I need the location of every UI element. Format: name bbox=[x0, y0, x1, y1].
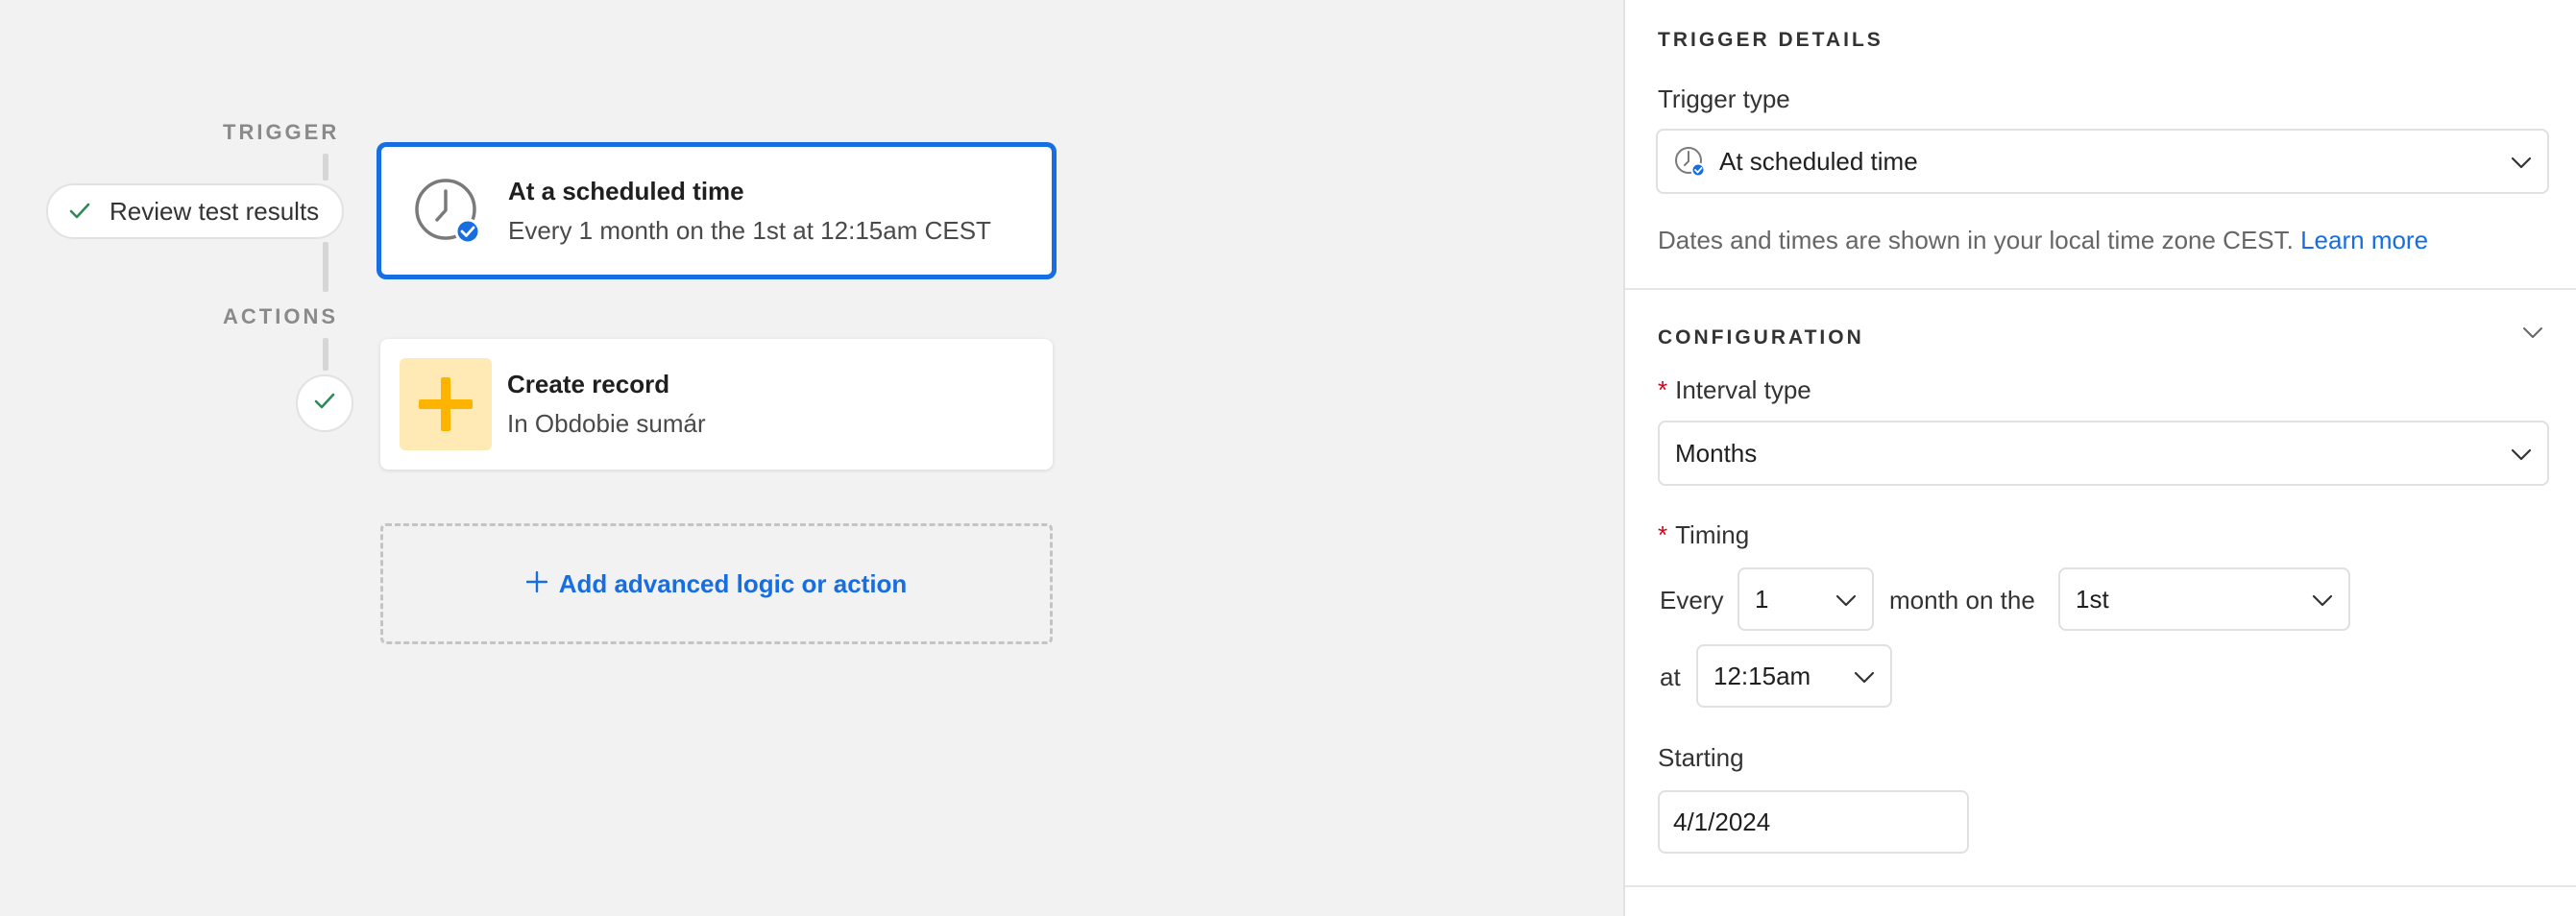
required-marker: * bbox=[1658, 520, 1668, 549]
check-icon bbox=[69, 197, 90, 227]
automation-canvas: TRIGGER Review test results At a schedul… bbox=[0, 0, 1623, 916]
clock-icon bbox=[414, 178, 481, 245]
trigger-section-label: TRIGGER bbox=[223, 120, 340, 144]
connector-line bbox=[323, 242, 328, 292]
month-on-the-text: month on the bbox=[1889, 586, 2035, 615]
interval-type-select[interactable]: Months bbox=[1658, 421, 2549, 486]
required-marker: * bbox=[1658, 375, 1668, 404]
interval-type-value: Months bbox=[1675, 438, 1758, 468]
every-text: Every bbox=[1660, 586, 1724, 615]
trigger-card[interactable]: At a scheduled time Every 1 month on the… bbox=[378, 144, 1055, 277]
trigger-details-panel: TRIGGER DETAILS Trigger type At schedule… bbox=[1623, 0, 2576, 916]
interval-type-label-text: Interval type bbox=[1675, 375, 1811, 404]
learn-more-link[interactable]: Learn more bbox=[2300, 226, 2428, 254]
interval-count-value: 1 bbox=[1755, 584, 1769, 614]
timing-label-text: Timing bbox=[1675, 520, 1750, 549]
connector-line bbox=[323, 338, 328, 371]
create-record-card[interactable]: Create record In Obdobie sumár bbox=[380, 339, 1053, 470]
time-select[interactable]: 12:15am bbox=[1696, 644, 1892, 708]
section-divider bbox=[1625, 288, 2576, 290]
plus-icon bbox=[525, 569, 547, 599]
timezone-help-message: Dates and times are shown in your local … bbox=[1658, 226, 2294, 254]
add-advanced-logic-button[interactable]: Add advanced logic or action bbox=[380, 523, 1053, 644]
trigger-card-subtitle: Every 1 month on the 1st at 12:15am CEST bbox=[508, 215, 991, 245]
add-advanced-logic-label: Add advanced logic or action bbox=[558, 568, 908, 598]
action-status-indicator bbox=[296, 374, 353, 432]
connector-line bbox=[323, 154, 328, 181]
plus-icon bbox=[400, 358, 492, 450]
review-test-results-label: Review test results bbox=[109, 196, 320, 226]
trigger-type-select[interactable]: At scheduled time bbox=[1656, 129, 2549, 194]
time-value: 12:15am bbox=[1713, 661, 1811, 690]
configuration-heading: CONFIGURATION bbox=[1658, 326, 1864, 349]
chevron-down-icon bbox=[1835, 585, 1857, 615]
day-of-month-value: 1st bbox=[2076, 584, 2109, 614]
trigger-type-label: Trigger type bbox=[1658, 84, 1790, 113]
timing-label: * Timing bbox=[1658, 520, 1749, 550]
section-divider bbox=[1625, 885, 2576, 887]
starting-date-value: 4/1/2024 bbox=[1673, 807, 1771, 836]
timezone-help-text: Dates and times are shown in your local … bbox=[1658, 226, 2428, 255]
starting-label: Starting bbox=[1658, 743, 1744, 772]
interval-type-label: * Interval type bbox=[1658, 375, 1811, 405]
create-record-title: Create record bbox=[507, 370, 670, 398]
create-record-subtitle: In Obdobie sumár bbox=[507, 409, 706, 438]
chevron-down-icon[interactable] bbox=[2522, 326, 2543, 345]
chevron-down-icon bbox=[1854, 662, 1875, 691]
day-of-month-select[interactable]: 1st bbox=[2058, 567, 2350, 631]
trigger-card-title: At a scheduled time bbox=[508, 176, 744, 205]
trigger-details-heading: TRIGGER DETAILS bbox=[1658, 29, 1883, 51]
chevron-down-icon bbox=[2511, 439, 2532, 469]
check-icon bbox=[314, 393, 335, 415]
trigger-type-value: At scheduled time bbox=[1719, 146, 1918, 176]
chevron-down-icon bbox=[2312, 585, 2333, 615]
interval-count-select[interactable]: 1 bbox=[1738, 567, 1874, 631]
at-text: at bbox=[1660, 663, 1681, 691]
chevron-down-icon bbox=[2511, 147, 2532, 177]
clock-icon bbox=[1673, 145, 1706, 178]
actions-section-label: ACTIONS bbox=[223, 304, 338, 328]
starting-date-input[interactable]: 4/1/2024 bbox=[1658, 790, 1969, 854]
review-test-results-button[interactable]: Review test results bbox=[46, 183, 345, 239]
